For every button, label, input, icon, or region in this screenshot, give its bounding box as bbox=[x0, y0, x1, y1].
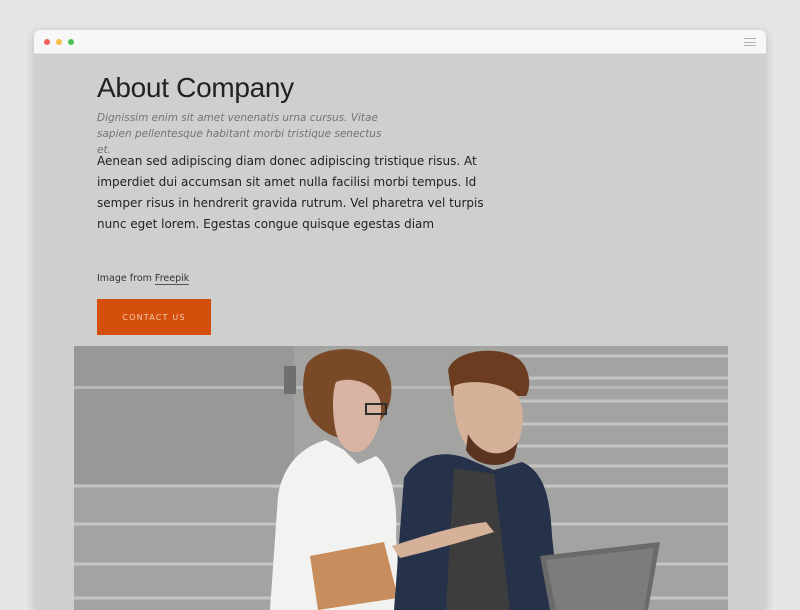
minimize-window-button[interactable] bbox=[56, 39, 62, 45]
page-title: About Company bbox=[97, 72, 294, 103]
freepik-link[interactable]: Freepik bbox=[154, 273, 190, 285]
close-window-button[interactable] bbox=[44, 39, 50, 45]
credit-prefix: Image from bbox=[97, 273, 152, 284]
hamburger-icon[interactable] bbox=[744, 38, 756, 46]
image-credit: Image from Freepik bbox=[97, 273, 190, 285]
title-bar bbox=[34, 30, 766, 54]
body-text: Aenean sed adipiscing diam donec adipisc… bbox=[97, 154, 484, 231]
contact-us-button[interactable]: CONTACT US bbox=[97, 299, 211, 335]
team-photo-illustration bbox=[74, 346, 728, 610]
team-photo bbox=[74, 346, 728, 610]
zoom-window-button[interactable] bbox=[68, 39, 74, 45]
browser-window: About Company Dignissim enim sit amet ve… bbox=[34, 30, 766, 610]
